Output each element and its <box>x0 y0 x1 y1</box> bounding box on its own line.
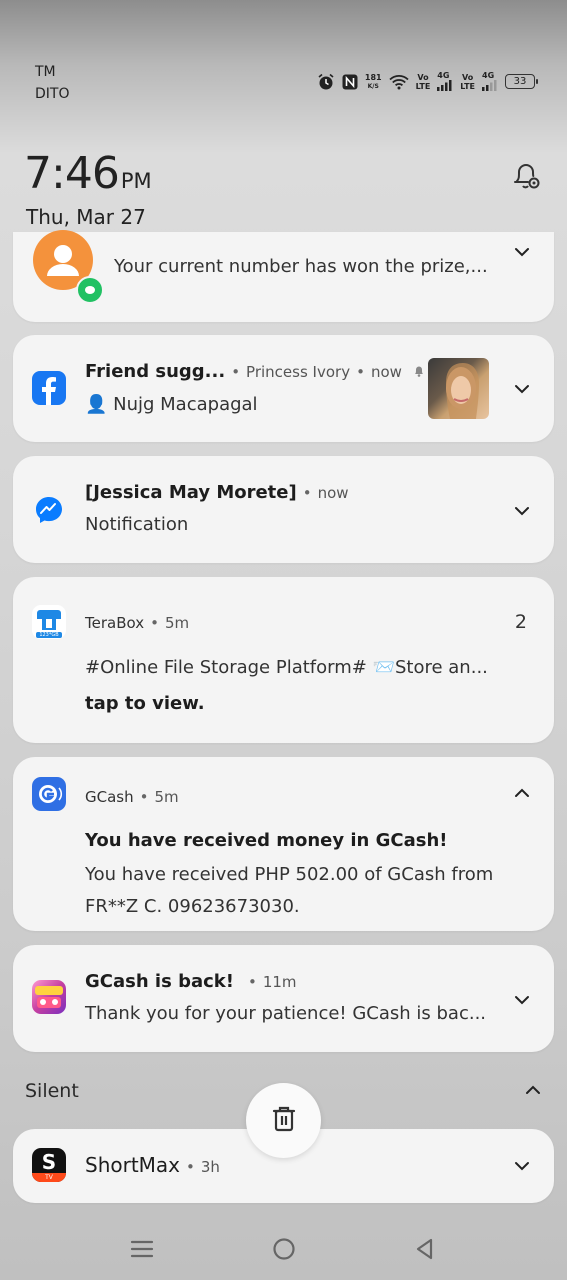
notification-facebook-header: Friend sugg... • Princess Ivory • now <box>85 361 426 383</box>
notification-app-name: GCash <box>85 788 134 806</box>
notification-terabox[interactable]: 123*GB TeraBox • 5m 2 #Online File Storage… <box>13 577 554 743</box>
back-button[interactable] <box>411 1235 439 1263</box>
shortmax-icon-letter: S <box>41 1150 57 1174</box>
carrier-1: TM <box>35 64 56 80</box>
notification-time: 11m <box>262 973 297 991</box>
volte-2-badge: Vo LTE <box>460 72 475 91</box>
signal-1-icon: 4G <box>437 72 453 91</box>
notification-terabox-text-2: tap to view. <box>85 693 205 714</box>
notification-source: Princess Ivory <box>246 363 351 381</box>
silent-section-label: Silent <box>25 1080 79 1102</box>
chevron-down-icon[interactable] <box>512 501 532 521</box>
notification-gcash-header: GCash • 5m <box>85 788 179 806</box>
notification-gcash-text-1: You have received PHP 502.00 of GCash fr… <box>85 864 494 885</box>
notification-gcash-text-2: FR**Z C. 09623673030. <box>85 896 300 917</box>
notification-app-name: ShortMax <box>85 1153 181 1177</box>
navigation-bar <box>0 1215 567 1280</box>
notification-title: [Jessica May Morete] <box>85 482 297 503</box>
facebook-icon <box>32 371 66 405</box>
carrier-2: DITO <box>35 86 70 102</box>
status-icons: 181 K/S Vo LTE 4G Vo LTE 4G 33 <box>317 72 538 91</box>
messenger-icon <box>32 493 66 527</box>
chevron-up-icon[interactable] <box>523 1080 543 1100</box>
terabox-icon-label: 123*GB <box>39 632 59 638</box>
notification-time: now <box>370 363 402 381</box>
clock-time[interactable]: 7:46PM <box>24 148 152 199</box>
wifi-icon <box>388 74 409 90</box>
battery-icon: 33 <box>505 74 538 89</box>
notification-settings-icon[interactable] <box>509 158 543 192</box>
gcash-icon <box>32 777 66 811</box>
notification-terabox-header: TeraBox • 5m <box>85 614 190 632</box>
notification-title: Friend sugg... <box>85 361 226 382</box>
chevron-down-icon[interactable] <box>512 990 532 1010</box>
time-value: 7:46 <box>24 148 120 199</box>
notification-time: 3h <box>200 1158 220 1176</box>
shortmax-icon-sub: TV <box>32 1173 66 1182</box>
time-ampm: PM <box>120 169 152 193</box>
terabox-icon: 123*GB <box>32 605 66 639</box>
notification-messenger-header: [Jessica May Morete] • now <box>85 482 349 503</box>
clear-all-button[interactable] <box>246 1083 321 1158</box>
shortmax-icon: S TV <box>32 1148 66 1182</box>
notification-game[interactable]: GCash is back! • 11m Thank you for your pa… <box>13 945 554 1052</box>
notification-gcash-title: You have received money in GCash! <box>85 830 448 851</box>
notification-messenger-text: Notification <box>85 514 189 535</box>
chevron-up-icon[interactable] <box>512 783 532 803</box>
notification-terabox-text-1: #Online File Storage Platform# 📨Store an… <box>85 657 488 678</box>
notification-game-text: Thank you for your patience! GCash is ba… <box>85 1003 487 1024</box>
recent-apps-button[interactable] <box>128 1235 156 1263</box>
date-label[interactable]: Thu, Mar 27 <box>26 205 146 229</box>
notification-facebook[interactable]: Friend sugg... • Princess Ivory • now 👤 Nujg… <box>13 335 554 442</box>
signal-2-icon: 4G <box>482 72 498 91</box>
volte-1-badge: Vo LTE <box>415 72 431 91</box>
notification-facebook-text: 👤 Nujg Macapagal <box>85 394 258 415</box>
notification-app-name: TeraBox <box>85 614 145 632</box>
notification-shortmax-header: ShortMax • 3h <box>85 1153 220 1177</box>
status-bar: TM DITO 181 K/S Vo LTE 4G Vo LTE 4G 33 <box>0 0 567 120</box>
notification-game-header: GCash is back! • 11m <box>85 971 297 992</box>
network-speed: 181 K/S <box>364 72 382 90</box>
chevron-down-icon[interactable] <box>512 379 532 399</box>
notification-messenger[interactable]: [Jessica May Morete] • now Notification <box>13 456 554 563</box>
notification-time: now <box>317 484 349 502</box>
notification-time: 5m <box>154 788 179 806</box>
game-app-icon <box>32 980 66 1014</box>
chevron-down-icon[interactable] <box>512 242 532 262</box>
notification-title: GCash is back! <box>85 971 234 992</box>
notification-prize-text: Your current number has won the prize,..… <box>114 256 488 277</box>
notification-gcash[interactable]: GCash • 5m You have received money in GCas… <box>13 757 554 931</box>
bell-muted-icon <box>412 362 426 383</box>
home-button[interactable] <box>270 1235 298 1263</box>
nfc-icon <box>342 74 358 90</box>
messages-badge-icon <box>76 276 104 304</box>
notification-prize[interactable]: Your current number has won the prize,..… <box>13 230 554 322</box>
notification-time: 5m <box>164 614 190 632</box>
alarm-icon <box>317 73 335 91</box>
chevron-down-icon[interactable] <box>512 1156 532 1176</box>
profile-photo-thumbnail <box>428 358 489 419</box>
notification-count: 2 <box>514 611 527 633</box>
trash-icon <box>270 1104 298 1138</box>
